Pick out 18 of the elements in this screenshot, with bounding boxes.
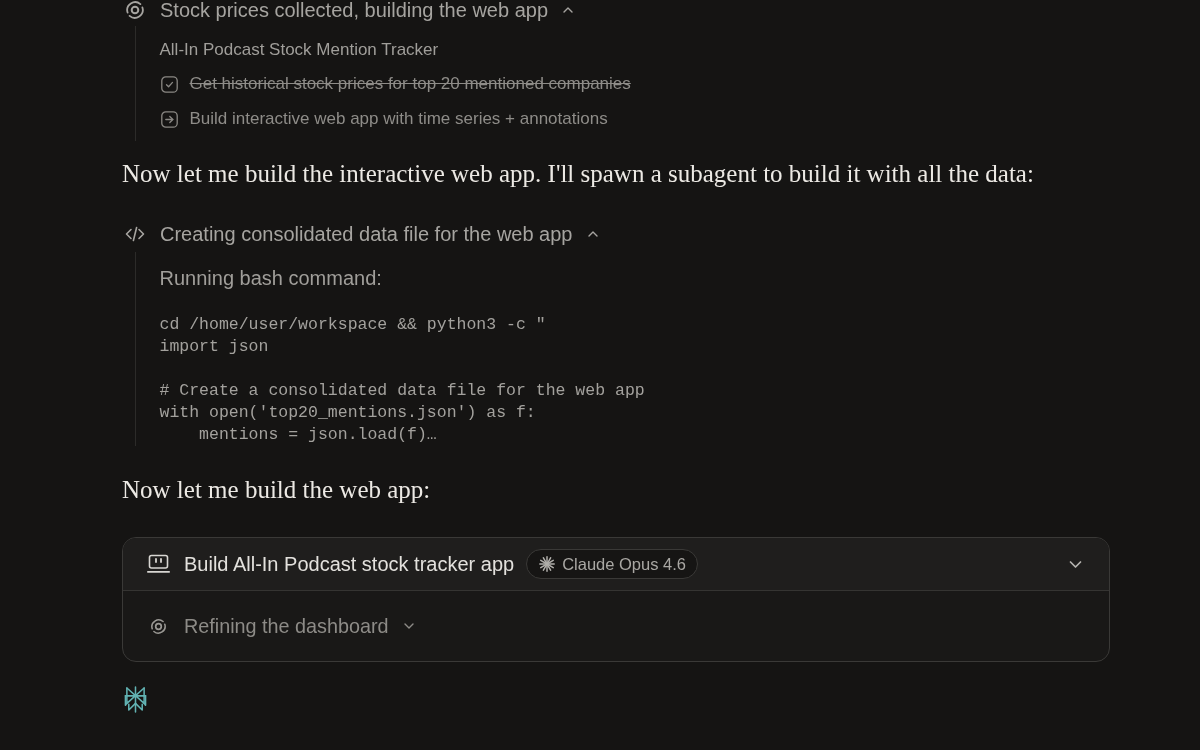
- todo-item: Get historical stock prices for top 20 mentioned companies: [189, 73, 631, 95]
- logo-icon: [124, 686, 147, 713]
- step-toggle[interactable]: Creating consolidated data file for the web app: [125, 224, 599, 244]
- assistant-message: Now let me build the web app:: [122, 475, 431, 505]
- step-subtitle: All-In Podcast Stock Mention Tracker: [159, 39, 439, 61]
- assistant-message: Now let me build the interactive web app. I'll spawn a subagent to build it with all the data:: [122, 159, 1034, 189]
- code-text: cd /home/user/workspace && python3 -c " import json # Create a consolidated data file for the web app with open('top20_mentions.json') as f: mentions = json.load(f)…: [159, 314, 645, 446]
- step-toggle[interactable]: Stock prices collected, building the web app: [125, 0, 574, 20]
- laptop-icon: [147, 554, 170, 574]
- starburst-icon: [539, 556, 556, 572]
- ring-icon: [150, 617, 167, 635]
- code-icon: [125, 224, 145, 244]
- task-title: Build All-In Podcast stock tracker app: [184, 552, 515, 576]
- todo-item: Build interactive web app with time series + annotations: [189, 108, 608, 130]
- step-subtitle: Running bash command:: [159, 266, 382, 290]
- ring-icon: [125, 0, 145, 20]
- activity-toggle[interactable]: Refining the dashboard: [150, 614, 415, 638]
- model-name: Claude Opus 4.6: [562, 554, 686, 575]
